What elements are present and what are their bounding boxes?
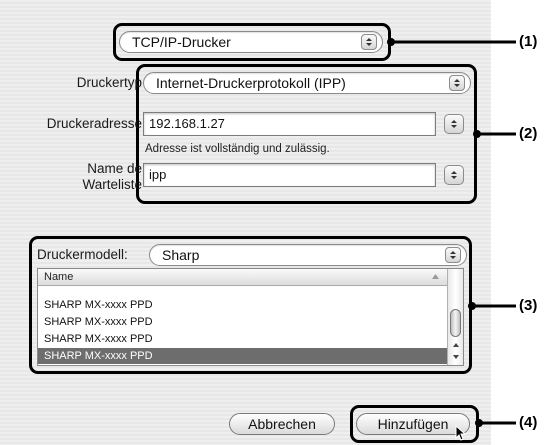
callout-label-2: (2) [519,125,538,142]
callout-leader-lines [387,38,516,427]
callout-label-3: (3) [519,297,538,314]
callout-label-4: (4) [519,414,538,431]
callout-label-1: (1) [519,33,538,50]
